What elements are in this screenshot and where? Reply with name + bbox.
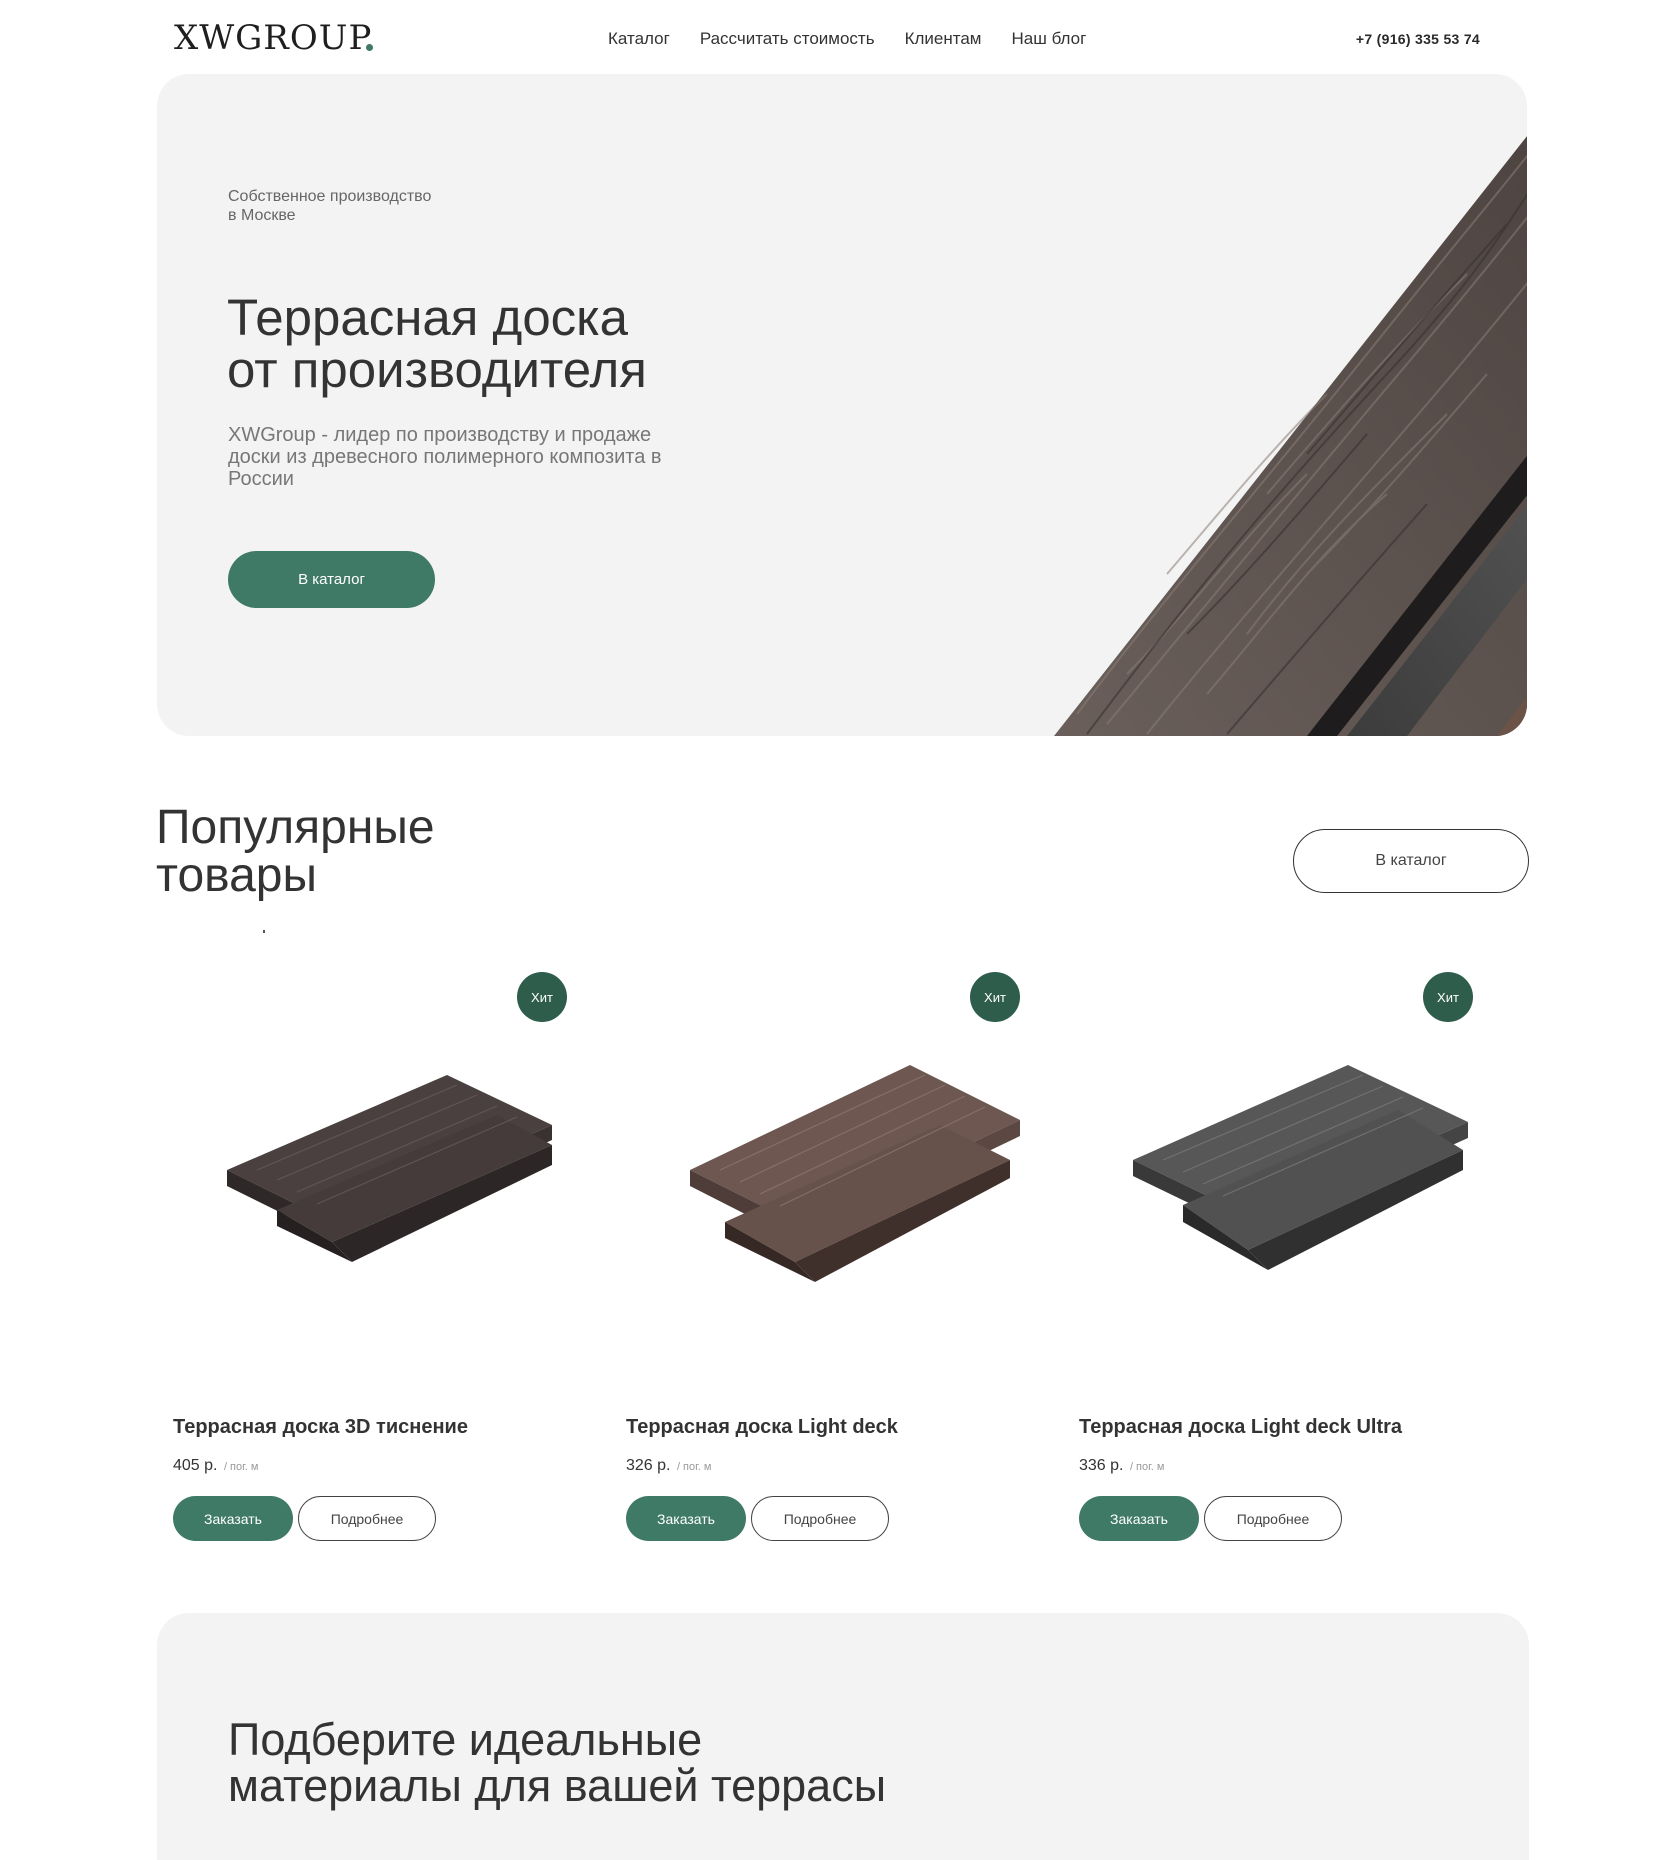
eyebrow-line1: Собственное производство <box>228 188 432 205</box>
nav-catalog[interactable]: Каталог <box>608 29 670 49</box>
materials-section: Подберите идеальные материалы для вашей … <box>157 1613 1529 1860</box>
product-name[interactable]: Террасная доска Light deck <box>626 1416 898 1439</box>
hero-catalog-button[interactable]: В каталог <box>228 551 435 608</box>
order-button[interactable]: Заказать <box>1079 1496 1199 1541</box>
price-value: 336 р. <box>1079 1457 1124 1474</box>
phone-link[interactable]: +7 (916) 335 53 74 <box>1356 31 1480 47</box>
product-price: 336 р. / пог. м <box>1079 1457 1164 1475</box>
popular-title: Популярные товары <box>156 804 556 900</box>
price-value: 405 р. <box>173 1457 218 1474</box>
hero-board-image <box>1054 136 1527 736</box>
order-button[interactable]: Заказать <box>626 1496 746 1541</box>
logo-dot <box>366 44 373 51</box>
order-button[interactable]: Заказать <box>173 1496 293 1541</box>
product-name[interactable]: Террасная доска 3D тиснение <box>173 1416 468 1439</box>
materials-title-line2: материалы для вашей террасы <box>228 1760 887 1811</box>
details-button[interactable]: Подробнее <box>751 1496 889 1541</box>
hit-badge: Хит <box>1423 972 1473 1022</box>
hero-banner: Собственное производство в Москве Террас… <box>157 74 1527 736</box>
hit-badge: Хит <box>970 972 1020 1022</box>
nav-blog[interactable]: Наш блог <box>1011 29 1086 49</box>
hero-eyebrow: Собственное производство в Москве <box>228 187 488 225</box>
popular-title-line2: товары <box>156 849 317 902</box>
product-image <box>690 1065 1020 1282</box>
hero-title-line1: Террасная доска <box>227 289 628 346</box>
popular-title-line1: Популярные <box>156 801 435 854</box>
product-card[interactable]: Хит Террасная доска Light deck 326 р. / … <box>610 960 1040 1560</box>
site-header: XWGROUP Каталог Рассчитать стоимость Кли… <box>0 0 1680 74</box>
product-price: 326 р. / пог. м <box>626 1457 711 1475</box>
nav-clients[interactable]: Клиентам <box>905 29 982 49</box>
details-button[interactable]: Подробнее <box>298 1496 436 1541</box>
price-value: 326 р. <box>626 1457 671 1474</box>
hero-title: Террасная доска от производителя <box>227 292 747 396</box>
details-button[interactable]: Подробнее <box>1204 1496 1342 1541</box>
eyebrow-line2: в Москве <box>228 207 296 224</box>
price-unit: / пог. м <box>676 1461 712 1473</box>
materials-title: Подберите идеальные материалы для вашей … <box>228 1717 1028 1809</box>
product-image <box>1133 1065 1468 1270</box>
product-card[interactable]: Хит Террасная доска Light deck Ultra 336… <box>1063 960 1493 1560</box>
product-name[interactable]: Террасная доска Light deck Ultra <box>1079 1416 1402 1439</box>
product-price: 405 р. / пог. м <box>173 1457 258 1475</box>
hero-title-line2: от производителя <box>227 341 647 398</box>
price-unit: / пог. м <box>1129 1461 1165 1473</box>
nav-calculate[interactable]: Рассчитать стоимость <box>700 29 875 49</box>
divider-mark <box>263 930 265 933</box>
logo[interactable]: XWGROUP <box>174 18 372 58</box>
hit-badge: Хит <box>517 972 567 1022</box>
popular-catalog-button[interactable]: В каталог <box>1293 829 1529 893</box>
main-nav: Каталог Рассчитать стоимость Клиентам На… <box>608 29 1086 49</box>
product-image <box>227 1075 552 1262</box>
materials-title-line1: Подберите идеальные <box>228 1714 703 1765</box>
hero-subtitle: XWGroup - лидер по производству и продаж… <box>228 424 662 490</box>
product-card[interactable]: Хит Террасная доска 3D тиснение 405 р. /… <box>157 960 587 1560</box>
price-unit: / пог. м <box>223 1461 259 1473</box>
